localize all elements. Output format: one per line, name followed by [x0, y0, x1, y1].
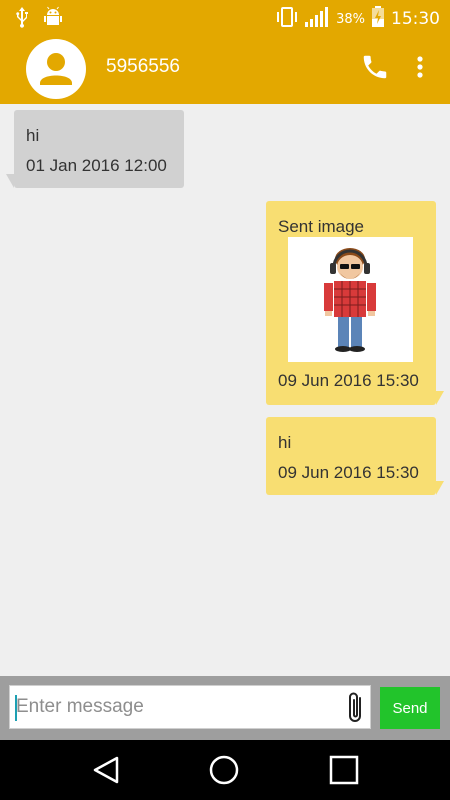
- bubble-tail: [436, 481, 444, 495]
- message-bubble-incoming[interactable]: hi 01 Jan 2016 12:00: [14, 110, 184, 188]
- avatar-icon[interactable]: [26, 39, 86, 99]
- status-bar: 38% 15:30: [0, 0, 450, 34]
- message-text: Sent image: [278, 217, 364, 236]
- android-debug-icon: [42, 6, 64, 32]
- battery-charging-icon: [371, 6, 385, 32]
- composer-bar: Send: [0, 676, 450, 740]
- paperclip-icon[interactable]: [341, 690, 371, 726]
- signal-icon: [304, 6, 330, 32]
- recents-icon[interactable]: [327, 754, 361, 786]
- battery-percent: 38%: [336, 11, 365, 27]
- back-icon[interactable]: [90, 754, 124, 786]
- bubble-tail: [436, 391, 444, 405]
- app-bar: 5956556: [0, 34, 450, 104]
- message-time: 09 Jun 2016 15:30: [278, 371, 419, 390]
- message-bubble-outgoing[interactable]: Sent image 09 Jun 2016 15:30: [266, 201, 436, 405]
- send-button[interactable]: Send: [380, 687, 440, 729]
- status-time: 15:30: [391, 9, 440, 29]
- message-time: 09 Jun 2016 15:30: [278, 463, 419, 482]
- message-input-container[interactable]: [9, 685, 371, 729]
- message-list[interactable]: hi 01 Jan 2016 12:00 Sent image 09 Jun 2…: [0, 104, 450, 676]
- phone-icon[interactable]: [360, 52, 390, 82]
- message-time: 01 Jan 2016 12:00: [26, 156, 167, 175]
- message-input[interactable]: [14, 686, 334, 728]
- message-text: hi: [278, 433, 292, 452]
- message-text: hi: [26, 126, 40, 145]
- usb-icon: [14, 6, 30, 32]
- bubble-tail: [6, 174, 14, 188]
- vibrate-icon: [276, 6, 298, 32]
- text-caret: [15, 695, 17, 721]
- message-bubble-outgoing[interactable]: hi 09 Jun 2016 15:30: [266, 417, 436, 495]
- sent-image[interactable]: [288, 237, 413, 362]
- home-icon[interactable]: [207, 754, 241, 786]
- contact-name: 5956556: [106, 56, 180, 77]
- navigation-bar: [0, 740, 450, 800]
- more-vert-icon[interactable]: [410, 52, 430, 82]
